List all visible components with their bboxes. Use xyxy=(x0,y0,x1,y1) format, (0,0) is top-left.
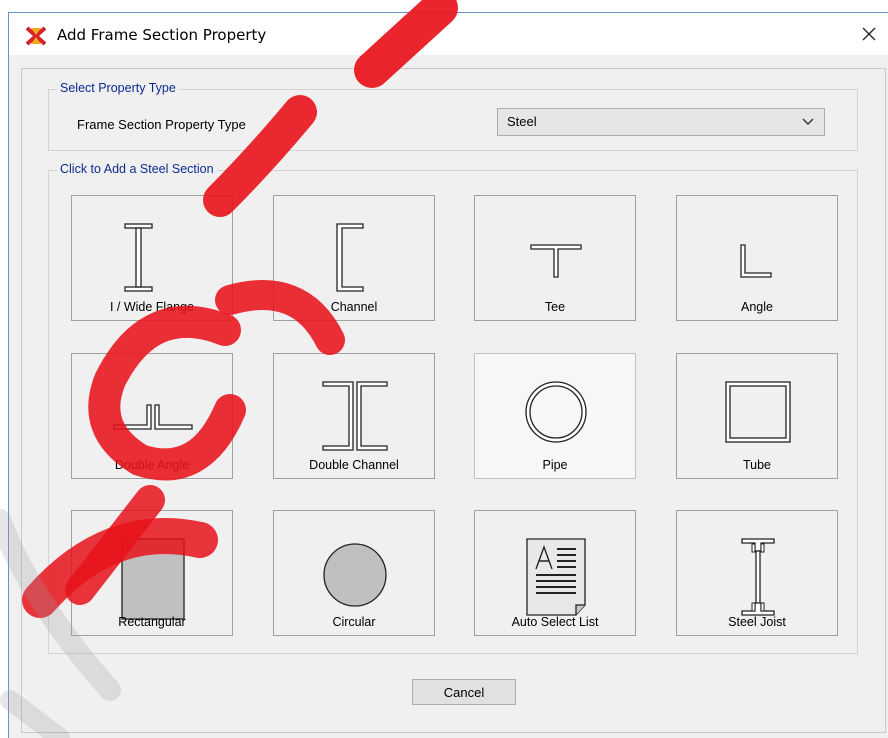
section-label: Double Channel xyxy=(309,458,399,472)
section-label: Tube xyxy=(742,458,772,472)
section-label: Auto Select List xyxy=(511,615,599,629)
section-button-tube[interactable]: Tube xyxy=(676,353,838,479)
section-button-circular[interactable]: Circular xyxy=(273,510,435,636)
steel-joist-icon xyxy=(741,538,775,616)
steel-section-group: Click to Add a Steel Section I / Wide Fl… xyxy=(48,162,858,654)
section-button-channel[interactable]: Channel xyxy=(273,195,435,321)
tube-icon xyxy=(725,381,791,443)
dialog-body: Select Property Type Frame Section Prope… xyxy=(21,68,886,733)
double-channel-icon xyxy=(322,381,388,451)
section-button-rectangular[interactable]: Rectangular xyxy=(71,510,233,636)
section-button-double-channel[interactable]: Double Channel xyxy=(273,353,435,479)
section-button-steel-joist[interactable]: Steel Joist xyxy=(676,510,838,636)
section-label: Tee xyxy=(544,300,566,314)
section-label: Double Angle xyxy=(114,458,190,472)
property-type-group-title: Select Property Type xyxy=(57,81,179,95)
section-button-angle[interactable]: Angle xyxy=(676,195,838,321)
section-label: Rectangular xyxy=(118,615,186,629)
angle-icon xyxy=(740,244,772,278)
section-label: Steel Joist xyxy=(728,615,786,629)
i-wide-flange-icon xyxy=(124,223,153,292)
circular-icon xyxy=(323,543,387,607)
section-button-i-wide-flange[interactable]: I / Wide Flange xyxy=(71,195,233,321)
property-type-select[interactable]: Steel xyxy=(497,108,825,136)
chevron-down-icon xyxy=(802,118,814,125)
auto-select-list-icon xyxy=(526,538,586,616)
channel-icon xyxy=(336,223,364,292)
double-angle-icon xyxy=(113,404,193,430)
property-type-selected-value: Steel xyxy=(507,114,537,129)
section-button-auto-select-list[interactable]: Auto Select List xyxy=(474,510,636,636)
app-logo-icon xyxy=(25,26,47,46)
section-label: Pipe xyxy=(542,458,568,472)
add-frame-section-dialog: Add Frame Section Property Select Proper… xyxy=(8,12,888,738)
section-button-double-angle[interactable]: Double Angle xyxy=(71,353,233,479)
section-label: Channel xyxy=(330,300,378,314)
section-label: I / Wide Flange xyxy=(109,300,195,314)
section-button-pipe[interactable]: Pipe xyxy=(474,353,636,479)
close-button[interactable] xyxy=(856,21,882,47)
section-button-tee[interactable]: Tee xyxy=(474,195,636,321)
cancel-button[interactable]: Cancel xyxy=(412,679,516,705)
property-type-label: Frame Section Property Type xyxy=(77,117,246,132)
rectangular-icon xyxy=(121,538,185,620)
close-icon xyxy=(862,27,876,41)
tee-icon xyxy=(530,244,582,278)
dialog-title: Add Frame Section Property xyxy=(57,26,267,44)
pipe-icon xyxy=(525,381,587,443)
section-label: Circular xyxy=(332,615,376,629)
section-label: Angle xyxy=(741,300,773,314)
title-bar: Add Frame Section Property xyxy=(9,13,888,55)
steel-section-group-title: Click to Add a Steel Section xyxy=(57,162,217,176)
property-type-group: Select Property Type Frame Section Prope… xyxy=(48,81,858,151)
